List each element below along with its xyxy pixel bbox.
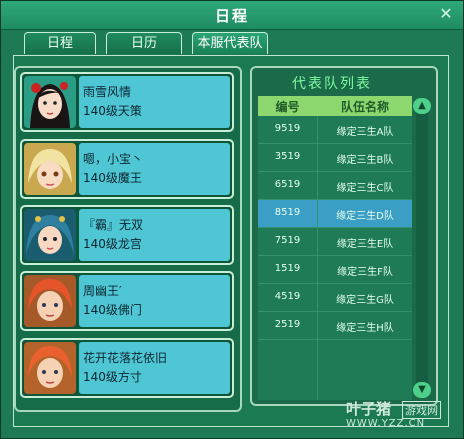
avatar-blonde-child-icon [24, 143, 76, 195]
team-list-header: 编号 队伍名称 [258, 96, 412, 116]
scrollbar-track[interactable] [416, 102, 428, 394]
team-name: 缘定三生G队 [336, 295, 394, 306]
player-card[interactable]: 『霸』无双 140级龙宫 [20, 205, 234, 265]
player-name: 雨雪风情 [83, 85, 132, 99]
player-info: 嗯，小宝丶 140级魔王 [79, 143, 230, 195]
player-name: 嗯，小宝丶 [83, 152, 144, 166]
team-name: 缘定三生D队 [336, 211, 394, 222]
team-name: 缘定三生F队 [337, 267, 393, 278]
player-card[interactable]: 嗯，小宝丶 140级魔王 [20, 139, 234, 199]
team-name: 缘定三生H队 [336, 323, 394, 334]
player-info: 花开花落花依旧 140级方寸 [79, 342, 230, 394]
player-info: 『霸』无双 140级龙宫 [79, 209, 230, 261]
title-bar[interactable]: 日程 ✕ [1, 1, 463, 30]
avatar-red-hair-boy-2-icon [24, 342, 76, 394]
tab-calendar[interactable]: 日历 [106, 32, 182, 54]
watermark-url: WWW.YZZ.CN [346, 418, 426, 429]
team-id: 2519 [274, 319, 301, 330]
player-card[interactable]: 周幽王′ 140级佛门 [20, 271, 234, 331]
tab-schedule[interactable]: 日程 [24, 32, 96, 54]
close-icon[interactable]: ✕ [437, 5, 455, 23]
player-level: 140级方寸 [83, 370, 142, 384]
team-name: 缘定三生A队 [336, 127, 394, 138]
watermark-tag: 游戏网 [402, 401, 441, 419]
player-name: 『霸』无双 [83, 218, 144, 232]
player-card[interactable]: 雨雪风情 140级天策 [20, 72, 234, 132]
table-row[interactable]: 2519 缘定三生H队 [258, 312, 412, 340]
scroll-down-icon[interactable]: ▼ [413, 382, 431, 398]
tab-server-team[interactable]: 本服代表队 [192, 32, 268, 54]
player-level: 140级天策 [83, 104, 142, 118]
window-title: 日程 [214, 7, 249, 25]
player-card[interactable]: 花开花落花依旧 140级方寸 [20, 338, 234, 398]
player-info: 周幽王′ 140级佛门 [79, 275, 230, 327]
team-id: 6519 [274, 179, 301, 190]
player-name: 周幽王′ [83, 284, 122, 298]
avatar-blue-hair-girl-icon [24, 209, 76, 261]
table-row[interactable]: 1519 缘定三生F队 [258, 256, 412, 284]
team-name: 缘定三生B队 [336, 155, 394, 166]
player-level: 140级佛门 [83, 303, 142, 317]
scroll-up-icon[interactable]: ▲ [413, 98, 431, 114]
team-id: 3519 [274, 151, 301, 162]
col-header-id[interactable]: 编号 [258, 98, 317, 115]
team-name: 缘定三生E队 [336, 239, 394, 250]
table-row[interactable]: 6519 缘定三生C队 [258, 172, 412, 200]
team-id: 1519 [274, 263, 301, 274]
team-list-title: 代表队列表 [292, 76, 372, 92]
table-row[interactable]: 9519 缘定三生A队 [258, 116, 412, 144]
player-info: 雨雪风情 140级天策 [79, 76, 230, 128]
team-id: 9519 [274, 123, 301, 134]
avatar-red-hair-boy-icon [24, 275, 76, 327]
table-row[interactable]: 4519 缘定三生G队 [258, 284, 412, 312]
column-divider [317, 116, 318, 400]
team-list-grid: 9519 缘定三生A队 3519 缘定三生B队 6519 缘定三生C队 8519… [258, 116, 412, 400]
player-level: 140级魔王 [83, 171, 142, 185]
team-id: 7519 [274, 235, 301, 246]
table-row[interactable]: 3519 缘定三生B队 [258, 144, 412, 172]
team-id: 4519 [274, 291, 301, 302]
player-level: 140级龙宫 [83, 237, 142, 251]
watermark-logo: 叶子猪 游戏网 WWW.YZZ.CN [340, 398, 460, 438]
team-name: 缘定三生C队 [336, 183, 394, 194]
col-header-team-name[interactable]: 队伍名称 [318, 98, 412, 115]
team-id: 8519 [274, 207, 301, 218]
watermark-brand: 叶子猪 [346, 400, 392, 418]
table-row-selected[interactable]: 8519 缘定三生D队 [258, 200, 412, 228]
player-name: 花开花落花依旧 [83, 351, 168, 365]
avatar-black-hair-girl-icon [24, 76, 76, 128]
table-row[interactable]: 7519 缘定三生E队 [258, 228, 412, 256]
